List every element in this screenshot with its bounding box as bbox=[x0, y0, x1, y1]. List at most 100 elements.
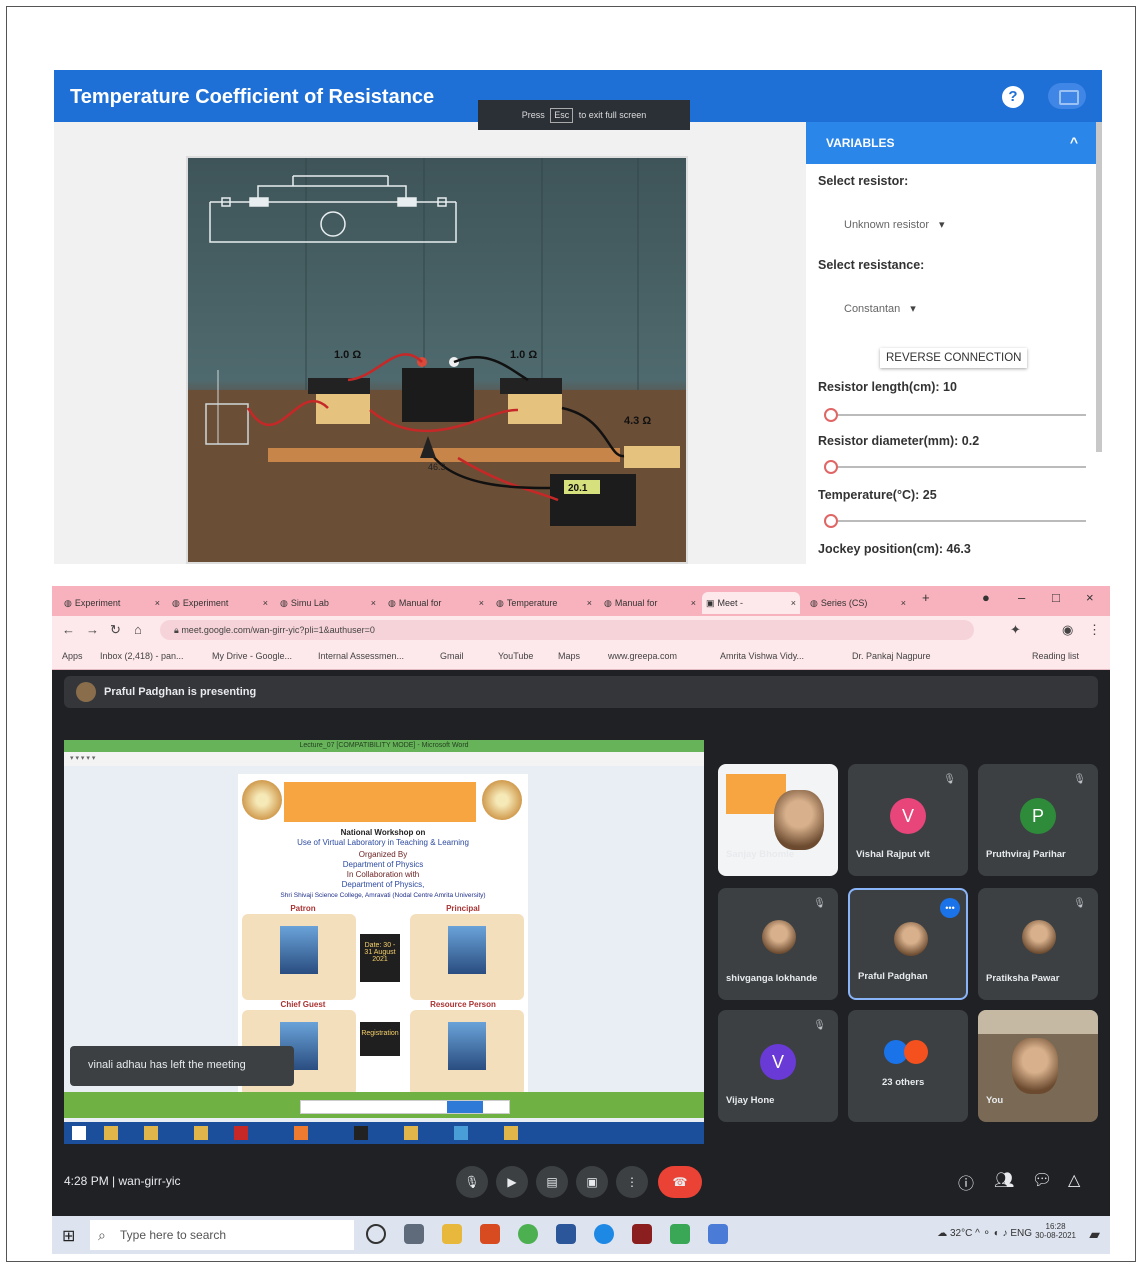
extensions-icon[interactable]: ✦ bbox=[1010, 622, 1021, 638]
bookmark-apps[interactable]: Apps bbox=[62, 651, 83, 661]
close-icon[interactable]: × bbox=[791, 592, 796, 614]
tab-experiment-2[interactable]: ◍ Experiment × bbox=[168, 592, 272, 614]
camera-video bbox=[978, 1010, 1098, 1034]
resistor-diameter-slider[interactable] bbox=[824, 460, 1086, 474]
shared-window-title: Lecture_07 [COMPATIBILITY MODE] - Micros… bbox=[64, 740, 704, 752]
task-view-icon[interactable] bbox=[404, 1224, 424, 1244]
participant-tile-you[interactable]: You bbox=[978, 1010, 1098, 1122]
avatar bbox=[1012, 1038, 1058, 1094]
bookmark-amrita[interactable]: Amrita Vishwa Vidy... bbox=[720, 651, 804, 661]
slider-knob[interactable] bbox=[824, 514, 838, 528]
resistance-select[interactable]: Constantan ▾ bbox=[844, 302, 916, 315]
resistor-select[interactable]: Unknown resistor ▾ bbox=[844, 218, 945, 231]
bookmark-inbox[interactable]: Inbox (2,418) - pan... bbox=[100, 651, 184, 661]
bookmark-pankaj[interactable]: Dr. Pankaj Nagpure bbox=[852, 651, 931, 661]
end-call-button[interactable]: ☎ bbox=[658, 1166, 702, 1198]
windows-start-icon[interactable]: ⊞ bbox=[62, 1226, 75, 1246]
participant-tile-sanjay[interactable]: Sanjay Bhomle bbox=[718, 764, 838, 876]
more-options-icon[interactable]: ⋮ bbox=[616, 1166, 648, 1198]
mic-icon[interactable]: 🎙︎ bbox=[456, 1166, 488, 1198]
edge-icon[interactable] bbox=[594, 1224, 614, 1244]
notification-icon[interactable]: ▰ bbox=[1089, 1226, 1100, 1243]
tab-series[interactable]: ◍ Series (CS) × bbox=[806, 592, 910, 614]
meter-reading: 20.1 bbox=[568, 483, 588, 494]
participant-tile-pruthviraj[interactable]: 🎙︎ P Pruthviraj Parihar bbox=[978, 764, 1098, 876]
resistor-diameter-label: Resistor diameter(mm): 0.2 bbox=[818, 434, 980, 448]
bookmark-reading-list[interactable]: Reading list bbox=[1032, 651, 1079, 661]
participant-tile-others[interactable]: 23 others bbox=[848, 1010, 968, 1122]
college-seal-icon bbox=[482, 780, 522, 820]
new-tab-button[interactable]: + bbox=[922, 590, 930, 605]
forward-icon[interactable]: → bbox=[86, 622, 99, 637]
help-icon[interactable]: ? bbox=[1002, 86, 1024, 108]
experiment-canvas[interactable]: 1.0 Ω 1.0 Ω 4.3 Ω 20.1 46.3 bbox=[186, 156, 688, 564]
participant-tile-praful[interactable]: ••• Praful Padghan bbox=[848, 888, 968, 1000]
word-icon[interactable] bbox=[556, 1224, 576, 1244]
close-icon[interactable]: × bbox=[587, 592, 592, 614]
presenting-banner: Praful Padghan is presenting bbox=[64, 676, 1098, 708]
chrome-icon[interactable] bbox=[518, 1224, 538, 1244]
reverse-connection-button[interactable]: REVERSE CONNECTION bbox=[880, 348, 1028, 368]
close-icon[interactable]: × bbox=[901, 592, 906, 614]
tab-meet[interactable]: ▣ Meet - × bbox=[702, 592, 800, 614]
participant-tile-pratiksha[interactable]: 🎙︎ Pratiksha Pawar bbox=[978, 888, 1098, 1000]
meeting-time: 4:28 PM bbox=[64, 1174, 109, 1188]
close-icon[interactable]: × bbox=[155, 592, 160, 614]
menu-icon[interactable]: ⋮ bbox=[1088, 622, 1101, 638]
present-now-icon[interactable]: ▣ bbox=[576, 1166, 608, 1198]
app-icon[interactable] bbox=[632, 1224, 652, 1244]
bookmark-drive[interactable]: My Drive - Google... bbox=[212, 651, 292, 661]
close-window-icon[interactable]: × bbox=[1086, 590, 1094, 605]
taskbar-clock[interactable]: 16:28 30-08-2021 bbox=[1035, 1222, 1076, 1240]
exit-fullscreen-tooltip: Press Esc to exit full screen bbox=[478, 100, 690, 130]
bookmark-internal-assessment[interactable]: Internal Assessmen... bbox=[318, 651, 404, 661]
minimize-icon[interactable]: – bbox=[1018, 590, 1025, 605]
tab-experiment-1[interactable]: ◍ Experiment × bbox=[60, 592, 164, 614]
home-icon[interactable]: ⌂ bbox=[134, 622, 142, 637]
taskbar-search[interactable]: ⌕ Type here to search bbox=[90, 1220, 354, 1250]
tab-temperature[interactable]: ◍ Temperature × bbox=[492, 592, 596, 614]
resistor-length-slider[interactable] bbox=[824, 408, 1086, 422]
account-icon[interactable]: ◉ bbox=[1062, 622, 1073, 638]
bookmark-gmail[interactable]: Gmail bbox=[440, 651, 464, 661]
bookmark-greepa[interactable]: www.greepa.com bbox=[608, 651, 677, 661]
tab-manual-2[interactable]: ◍ Manual for × bbox=[600, 592, 700, 614]
variables-header[interactable]: VARIABLES ^ bbox=[806, 122, 1102, 164]
close-icon[interactable]: × bbox=[479, 592, 484, 614]
tab-label: Manual for bbox=[614, 598, 658, 608]
reload-icon[interactable]: ↻ bbox=[110, 622, 121, 638]
meeting-details-icon[interactable]: ⓘ bbox=[958, 1170, 974, 1194]
url-field[interactable]: 🔒︎ meet.google.com/wan-girr-yic?pli=1&au… bbox=[160, 620, 974, 640]
back-icon[interactable]: ← bbox=[62, 622, 75, 637]
slider-knob[interactable] bbox=[824, 460, 838, 474]
chevron-up-icon[interactable]: ^ bbox=[1070, 134, 1078, 150]
file-explorer-icon[interactable] bbox=[442, 1224, 462, 1244]
bookmark-maps[interactable]: Maps bbox=[558, 651, 580, 661]
close-icon[interactable]: × bbox=[263, 592, 268, 614]
activities-icon[interactable]: △ bbox=[1068, 1170, 1080, 1190]
participant-tile-vijay[interactable]: 🎙︎ V Vijay Hone bbox=[718, 1010, 838, 1122]
people-icon[interactable]: 👥︎ bbox=[994, 1170, 1014, 1190]
bookmark-youtube[interactable]: YouTube bbox=[498, 651, 533, 661]
participant-tile-vishal[interactable]: 🎙︎ V Vishal Rajput vlt bbox=[848, 764, 968, 876]
tab-simu-lab[interactable]: ◍ Simu Lab × bbox=[276, 592, 380, 614]
participant-tile-shivganga[interactable]: 🎙︎ shivganga lokhande bbox=[718, 888, 838, 1000]
temperature-slider[interactable] bbox=[824, 514, 1086, 528]
close-icon[interactable]: × bbox=[371, 592, 376, 614]
slider-knob[interactable] bbox=[824, 408, 838, 422]
tab-manual-1[interactable]: ◍ Manual for × bbox=[384, 592, 488, 614]
captions-icon[interactable]: ▤ bbox=[536, 1166, 568, 1198]
fullscreen-toggle-icon[interactable] bbox=[1048, 83, 1086, 109]
participant-name: Praful Padghan bbox=[858, 971, 928, 982]
panel-scrollbar[interactable] bbox=[1096, 122, 1102, 452]
close-icon[interactable]: × bbox=[691, 592, 696, 614]
app-icon[interactable] bbox=[670, 1224, 690, 1244]
powerpoint-icon[interactable] bbox=[480, 1224, 500, 1244]
profile-icon[interactable]: ● bbox=[982, 590, 990, 605]
app-icon[interactable] bbox=[708, 1224, 728, 1244]
cortana-icon[interactable] bbox=[366, 1224, 386, 1244]
patron-photo bbox=[280, 926, 318, 974]
camera-icon[interactable]: ▶ bbox=[496, 1166, 528, 1198]
maximize-icon[interactable]: □ bbox=[1052, 590, 1060, 605]
chat-icon[interactable]: 💬︎ bbox=[1032, 1170, 1052, 1190]
